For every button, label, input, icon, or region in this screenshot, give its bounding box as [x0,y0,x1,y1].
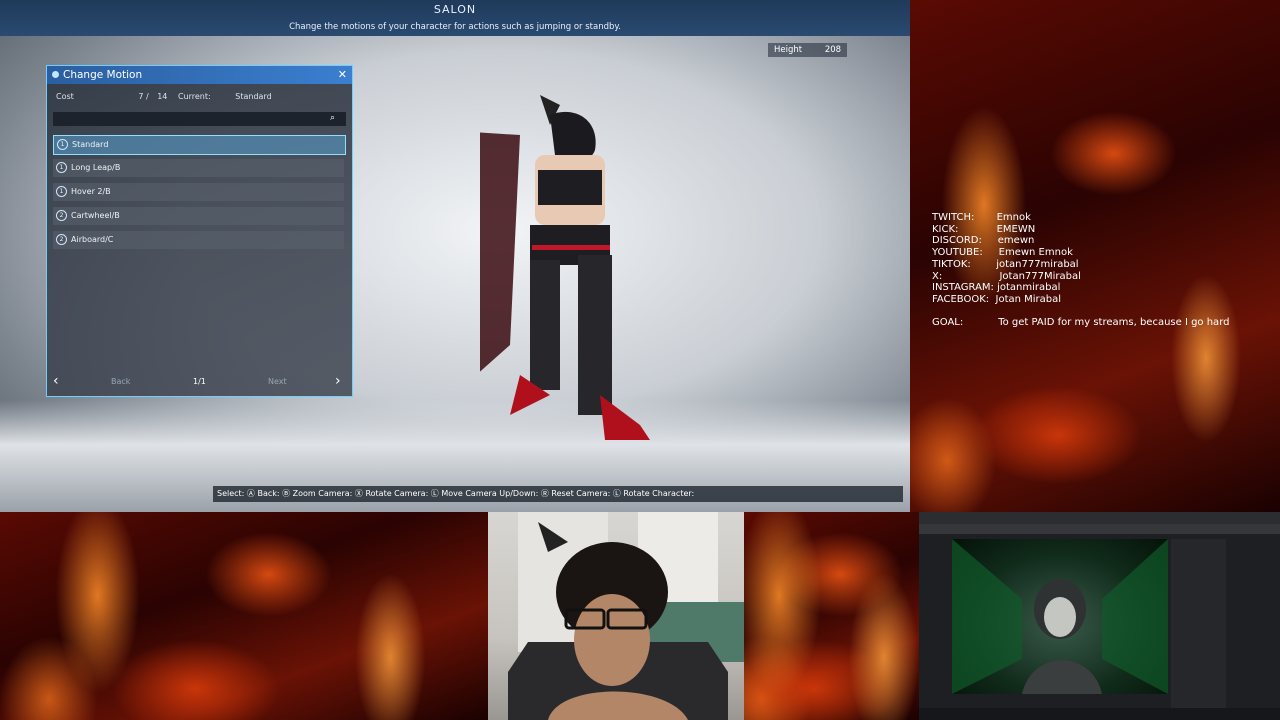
page-subtitle: Change the motions of your character for… [289,22,621,32]
cost-label: Cost [56,92,74,101]
cost-max: 14 [157,92,168,101]
motion-item-standard[interactable]: 1 Standard [53,135,346,155]
video-frame [952,539,1168,694]
video-player[interactable] [952,539,1168,694]
boot-claw [600,395,650,440]
browser-tab-bar [919,512,1280,524]
search-input[interactable]: ⌕ [53,112,346,126]
motion-icon [52,71,59,78]
chevron-left-icon[interactable]: ‹ [53,373,59,389]
item-label: Cartwheel/B [71,211,120,220]
item-label: Long Leap/B [71,163,121,172]
fire-background-bottom-middle [744,512,919,720]
cost-badge: 1 [57,139,68,150]
cost-row: Cost 7 / 14 Current: Standard [56,92,272,101]
next-button[interactable]: Next [268,377,287,386]
social-discord: DISCORD: emewn [932,235,1035,247]
controls-hint-bar: Select: Ⓐ Back: Ⓑ Zoom Camera: Ⓧ Rotate … [213,486,903,502]
head [550,111,596,162]
title-bar: SALON Change the motions of your charact… [0,0,910,36]
item-label: Hover 2/B [71,187,111,196]
back-button[interactable]: Back [111,377,130,386]
game-capture: SALON Change the motions of your charact… [0,0,910,512]
social-x: X: Jotan777Mirabal [932,270,1081,282]
item-label: Airboard/C [71,235,114,244]
left-wing [480,132,520,372]
pagination: ‹ Back 1/1 Next › [47,373,352,392]
item-label: Standard [72,140,109,149]
height-value: 208 [824,45,842,55]
cost-badge: 1 [56,162,67,173]
current-label: Current: [177,92,211,101]
page-title: SALON [433,3,477,16]
browser-address-bar [919,524,1280,534]
cost-badge: 1 [56,186,67,197]
motion-item-hover[interactable]: 1 Hover 2/B [53,183,344,201]
cost-value: 7 / [138,92,149,101]
panel-header: Change Motion ✕ [47,66,352,84]
cost-badge: 2 [56,210,67,221]
social-kick: KICK: EMEWN [932,223,1036,235]
height-label: Height [774,45,803,55]
browser-capture [919,512,1280,720]
motion-item-cartwheel[interactable]: 2 Cartwheel/B [53,207,344,225]
change-motion-panel: Change Motion ✕ Cost 7 / 14 Current: Sta… [46,65,353,397]
taskbar [919,708,1280,720]
video-sidebar [1171,539,1226,717]
social-twitch: TWITCH: Emnok [932,212,1031,223]
fire-background-bottom-left [0,512,488,720]
panel-title: Change Motion [63,69,143,81]
social-links-overlay: TWITCH: Emnok KICK: EMEWN DISCORD: emewn… [932,212,1229,328]
social-tiktok: TIKTOK: jotan777mirabal [932,258,1079,270]
character-model [480,95,650,440]
motion-item-airboard[interactable]: 2 Airboard/C [53,231,344,249]
stream-goal: GOAL: To get PAID for my streams, becaus… [932,316,1230,328]
motion-item-long-leap[interactable]: 1 Long Leap/B [53,159,344,177]
page-indicator: 1/1 [193,377,206,386]
streamer-image [508,512,744,720]
close-icon[interactable]: ✕ [338,66,347,84]
social-instagram: INSTAGRAM: jotanmirabal [932,282,1061,294]
social-youtube: YOUTUBE: Emewn Emnok [932,247,1073,259]
webcam-feed [488,512,744,720]
social-facebook: FACEBOOK: Jotan Mirabal [932,293,1062,305]
current-value: Standard [235,92,272,101]
chevron-right-icon[interactable]: › [335,373,341,389]
controls-text: Select: Ⓐ Back: Ⓑ Zoom Camera: Ⓧ Rotate … [217,489,695,498]
search-icon[interactable]: ⌕ [330,113,342,125]
cost-badge: 2 [56,234,67,245]
height-readout: Height 208 [768,43,848,57]
